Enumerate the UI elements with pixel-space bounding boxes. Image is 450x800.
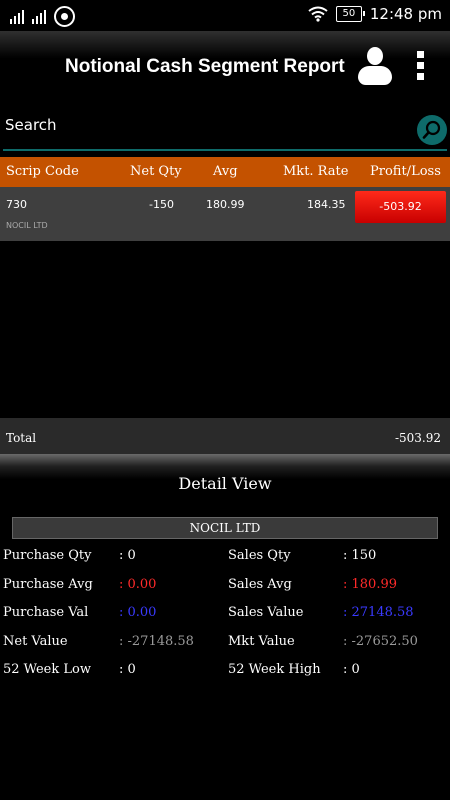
search-bar — [0, 103, 450, 153]
detail-value: : -27652.50 — [343, 634, 418, 649]
detail-value: : -27148.58 — [119, 634, 194, 649]
wifi-icon — [308, 6, 328, 22]
detail-label: 52 Week Low — [3, 662, 91, 677]
person-icon[interactable] — [358, 47, 392, 85]
page-title: Notional Cash Segment Report — [65, 56, 345, 77]
status-right: 50 12:48 pm — [308, 5, 442, 23]
detail-label: 52 Week High — [228, 662, 321, 677]
detail-label: Net Value — [3, 634, 68, 649]
detail-value: : 0 — [343, 662, 360, 677]
detail-title: Detail View — [178, 474, 272, 493]
more-vert-icon[interactable] — [417, 51, 425, 81]
signal-icon-2 — [32, 9, 46, 24]
total-bar: Total -503.92 — [0, 418, 450, 454]
total-label: Total — [6, 431, 37, 445]
detail-value: : 150 — [343, 548, 377, 563]
detail-label: Purchase Avg — [3, 577, 93, 592]
col-profit-loss[interactable]: Profit/Loss — [370, 164, 441, 179]
table-header: Scrip Code Net Qty Avg Mkt. Rate Profit/… — [0, 157, 450, 187]
detail-label: Sales Avg — [228, 577, 292, 592]
col-scrip-code[interactable]: Scrip Code — [6, 164, 79, 179]
market-rate: 184.35 — [307, 198, 346, 211]
profit-loss-badge[interactable]: -503.92 — [355, 191, 446, 223]
detail-label: Purchase Val — [3, 605, 89, 620]
search-button[interactable] — [417, 115, 447, 145]
app-bar: Notional Cash Segment Report — [0, 31, 450, 103]
detail-label: Sales Value — [228, 605, 304, 620]
avg-price: 180.99 — [206, 198, 245, 211]
signal-icon — [10, 9, 24, 24]
scrip-code: 730 — [6, 198, 27, 211]
detail-header: Detail View — [0, 454, 450, 510]
search-underline — [3, 149, 447, 151]
detail-value: : 0 — [119, 662, 136, 677]
detail-scrip-name: NOCIL LTD — [12, 517, 438, 539]
detail-value: : 0.00 — [119, 605, 157, 620]
search-input[interactable] — [5, 111, 405, 139]
net-qty: -150 — [149, 198, 174, 211]
col-mkt-rate[interactable]: Mkt. Rate — [283, 164, 348, 179]
detail-value: : 0.00 — [119, 577, 157, 592]
whatsapp-icon — [54, 6, 75, 27]
status-time: 12:48 pm — [369, 5, 442, 23]
detail-value: : 180.99 — [343, 577, 397, 592]
status-left — [10, 6, 75, 27]
detail-label: Mkt Value — [228, 634, 295, 649]
detail-value: : 27148.58 — [343, 605, 414, 620]
table-row[interactable]: 730 -150 180.99 184.35 NOCIL LTD -503.92 — [0, 187, 450, 241]
scrip-name: NOCIL LTD — [6, 221, 48, 230]
col-avg[interactable]: Avg — [213, 164, 238, 179]
search-icon — [422, 120, 441, 139]
detail-value: : 0 — [119, 548, 136, 563]
col-net-qty[interactable]: Net Qty — [130, 164, 182, 179]
total-value: -503.92 — [394, 431, 441, 445]
battery-icon: 50 — [335, 6, 365, 22]
detail-label: Sales Qty — [228, 548, 291, 563]
status-bar: 50 12:48 pm — [0, 0, 450, 31]
detail-label: Purchase Qty — [3, 548, 92, 563]
